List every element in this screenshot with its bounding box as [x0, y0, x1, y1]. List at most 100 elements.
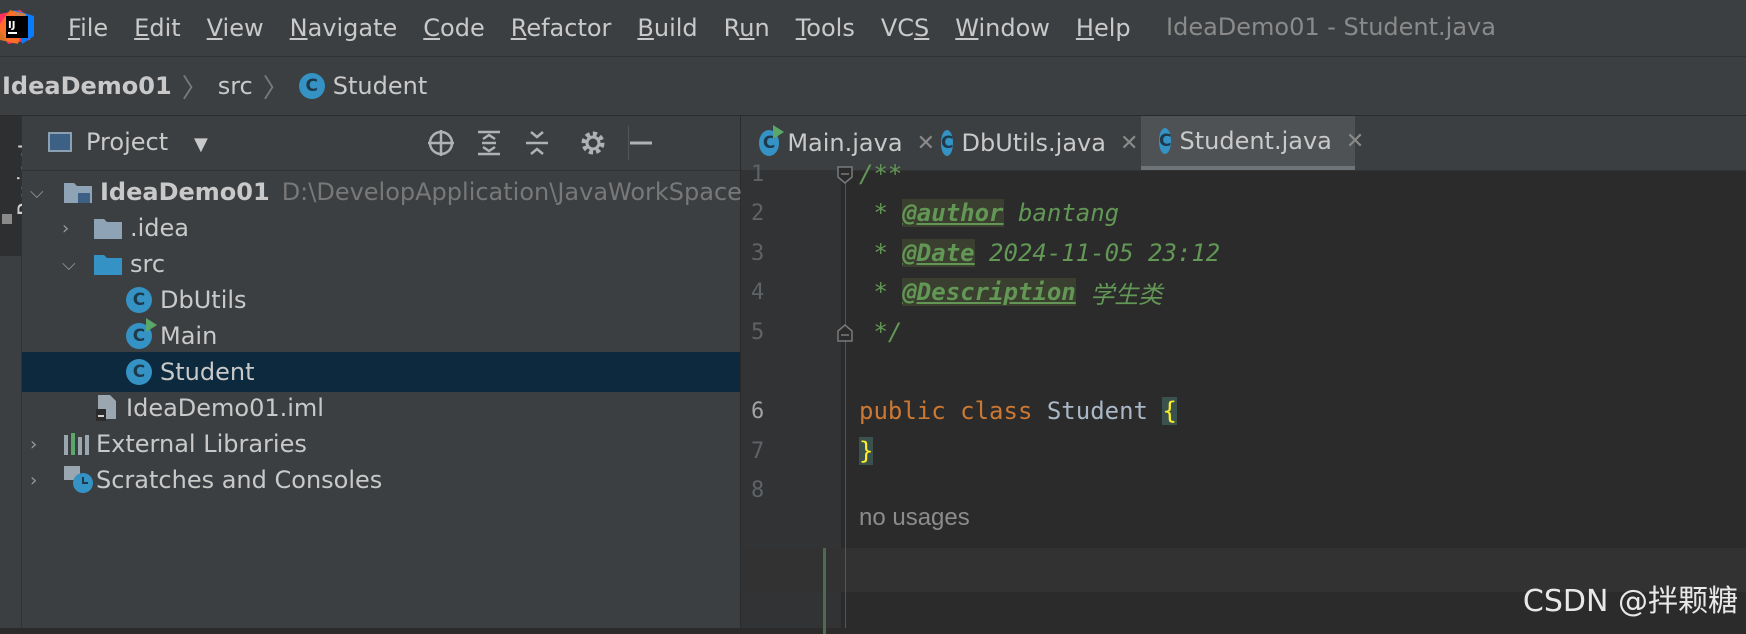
tree-item-iml[interactable]: IdeaDemo01.iml	[22, 388, 740, 428]
tree-label-main: Main	[160, 322, 218, 350]
vcs-change-marker	[823, 548, 826, 634]
tree-item-idea[interactable]: › .idea	[22, 208, 740, 248]
java-class-icon: C	[1159, 128, 1172, 154]
project-stripe-icon	[2, 214, 12, 224]
expand-all-icon[interactable]	[474, 128, 504, 158]
collapse-all-icon[interactable]	[522, 128, 552, 158]
java-class-runnable-icon: C	[759, 125, 785, 156]
menu-item[interactable]: File	[68, 14, 108, 42]
svg-text:IJ: IJ	[8, 20, 15, 31]
chevron-down-icon[interactable]: ▼	[194, 134, 208, 155]
tree-label-iml: IdeaDemo01.iml	[126, 394, 324, 422]
java-class-icon: C	[298, 73, 325, 99]
close-icon[interactable]: ✕	[1120, 131, 1138, 156]
line-number: 2	[751, 201, 765, 226]
tab-dbutils-java[interactable]: C DbUtils.java ✕	[931, 116, 1138, 170]
chevron-right-icon[interactable]: ›	[62, 218, 82, 239]
tree-label-dbutils: DbUtils	[160, 286, 247, 314]
breadcrumb-src[interactable]: src	[218, 72, 253, 100]
tree-item-main[interactable]: C Main	[22, 316, 740, 356]
tree-label-src: src	[130, 250, 166, 278]
menu-item[interactable]: Refactor	[511, 14, 612, 42]
code-line-5[interactable]: */	[859, 310, 902, 354]
tab-label: DbUtils.java	[961, 129, 1106, 157]
chevron-right-icon[interactable]: ›	[30, 470, 50, 491]
line-number: 4	[751, 280, 765, 305]
breadcrumb-project[interactable]: IdeaDemo01	[2, 72, 172, 100]
chevron-down-icon[interactable]: ⌵	[30, 182, 50, 203]
tree-item-student[interactable]: C Student	[22, 352, 740, 392]
java-class-icon: C	[126, 359, 152, 385]
module-file-icon	[96, 395, 116, 421]
code-line-2[interactable]: * @author bantang	[859, 191, 1119, 235]
window-title: IdeaDemo01 - Student.java	[1166, 13, 1496, 41]
tree-item-dbutils[interactable]: C DbUtils	[22, 280, 740, 320]
tree-label-project: IdeaDemo01	[100, 178, 270, 206]
left-tool-stripe: Project	[0, 116, 40, 628]
java-class-icon: C	[126, 287, 152, 313]
menu-item[interactable]: Window	[955, 14, 1050, 42]
project-path: D:\DevelopApplication\JavaWorkSpace\Id	[281, 178, 773, 206]
project-tool-window-button[interactable]: Project	[0, 116, 40, 256]
breadcrumb-separator: 〉	[181, 73, 208, 104]
editor-area: C Main.java ✕ C DbUtils.java ✕ C Student…	[741, 116, 1746, 634]
fold-collapse-icon[interactable]	[837, 166, 853, 184]
hide-panel-icon[interactable]	[626, 128, 656, 158]
menu-item[interactable]: View	[207, 14, 264, 42]
menu-item[interactable]: Build	[637, 14, 697, 42]
source-folder-icon	[94, 255, 122, 275]
code-line-3[interactable]: * @Date 2024-11-05 23:12	[859, 231, 1220, 275]
project-panel-header: Project ▼	[22, 116, 740, 171]
fold-end-icon[interactable]	[837, 324, 853, 342]
breadcrumb-student[interactable]: Student	[333, 72, 427, 100]
line-number: 6	[751, 399, 765, 424]
line-number: 5	[751, 320, 765, 345]
gutter-divider	[845, 170, 846, 628]
module-folder-icon	[64, 183, 92, 203]
tree-item-scratches[interactable]: › Scratches and Consoles	[22, 460, 740, 500]
breadcrumb: IdeaDemo01 〉 src 〉 C Student	[0, 57, 1746, 116]
tree-label-external-libraries: External Libraries	[96, 430, 307, 458]
libraries-icon	[64, 433, 89, 455]
chevron-down-icon[interactable]: ⌵	[62, 254, 82, 275]
menu-item[interactable]: Code	[423, 14, 484, 42]
tree-label-scratches: Scratches and Consoles	[96, 466, 383, 494]
tree-label-idea: .idea	[130, 214, 190, 242]
java-class-runnable-icon: C	[126, 318, 157, 349]
line-number: 1	[751, 162, 765, 187]
menu-item[interactable]: Navigate	[290, 14, 398, 42]
watermark: CSDN @拌颗糖	[1522, 584, 1738, 619]
intellij-logo-icon: IJ	[0, 10, 34, 44]
code-line-6[interactable]: public class Student {	[859, 389, 1177, 433]
menu-item[interactable]: Edit	[134, 14, 180, 42]
line-number: 7	[751, 439, 765, 464]
menu-item[interactable]: Help	[1076, 14, 1131, 42]
tab-label: Student.java	[1179, 127, 1332, 155]
gear-icon[interactable]	[578, 128, 608, 158]
tree-item-src[interactable]: ⌵ src	[22, 244, 740, 284]
project-panel-title[interactable]: Project	[86, 128, 168, 156]
locate-target-icon[interactable]	[426, 128, 456, 158]
project-panel: Project ▼ ⌵ IdeaDemo01 D:\DevelopApplica…	[22, 116, 772, 628]
close-icon[interactable]: ✕	[1346, 129, 1364, 154]
project-view-icon	[48, 132, 72, 152]
line-number: 3	[751, 241, 765, 266]
tree-item-project-root[interactable]: ⌵ IdeaDemo01 D:\DevelopApplication\JavaW…	[22, 172, 772, 212]
tree-label-student: Student	[160, 358, 255, 386]
usages-inlay-hint[interactable]: no usages	[859, 504, 970, 532]
chevron-right-icon[interactable]: ›	[30, 434, 50, 455]
code-line-4[interactable]: * @Description 学生类	[859, 270, 1162, 314]
code-line-7[interactable]: }	[859, 429, 874, 473]
code-line-1[interactable]: /**	[859, 152, 902, 196]
java-class-icon: C	[941, 130, 954, 156]
breadcrumb-separator: 〉	[262, 73, 289, 104]
tree-item-external-libraries[interactable]: › External Libraries	[22, 424, 740, 464]
line-number: 8	[751, 478, 765, 503]
menu-item[interactable]: VCS	[881, 14, 929, 42]
menu-item[interactable]: Tools	[796, 14, 855, 42]
menu-bar: IJ File Edit View Navigate Code Refactor Build…	[0, 0, 1746, 57]
tab-student-java[interactable]: C Student.java ✕	[1141, 116, 1364, 170]
scratches-icon	[64, 466, 93, 493]
menu-item[interactable]: Run	[724, 14, 770, 42]
folder-icon	[94, 219, 122, 239]
